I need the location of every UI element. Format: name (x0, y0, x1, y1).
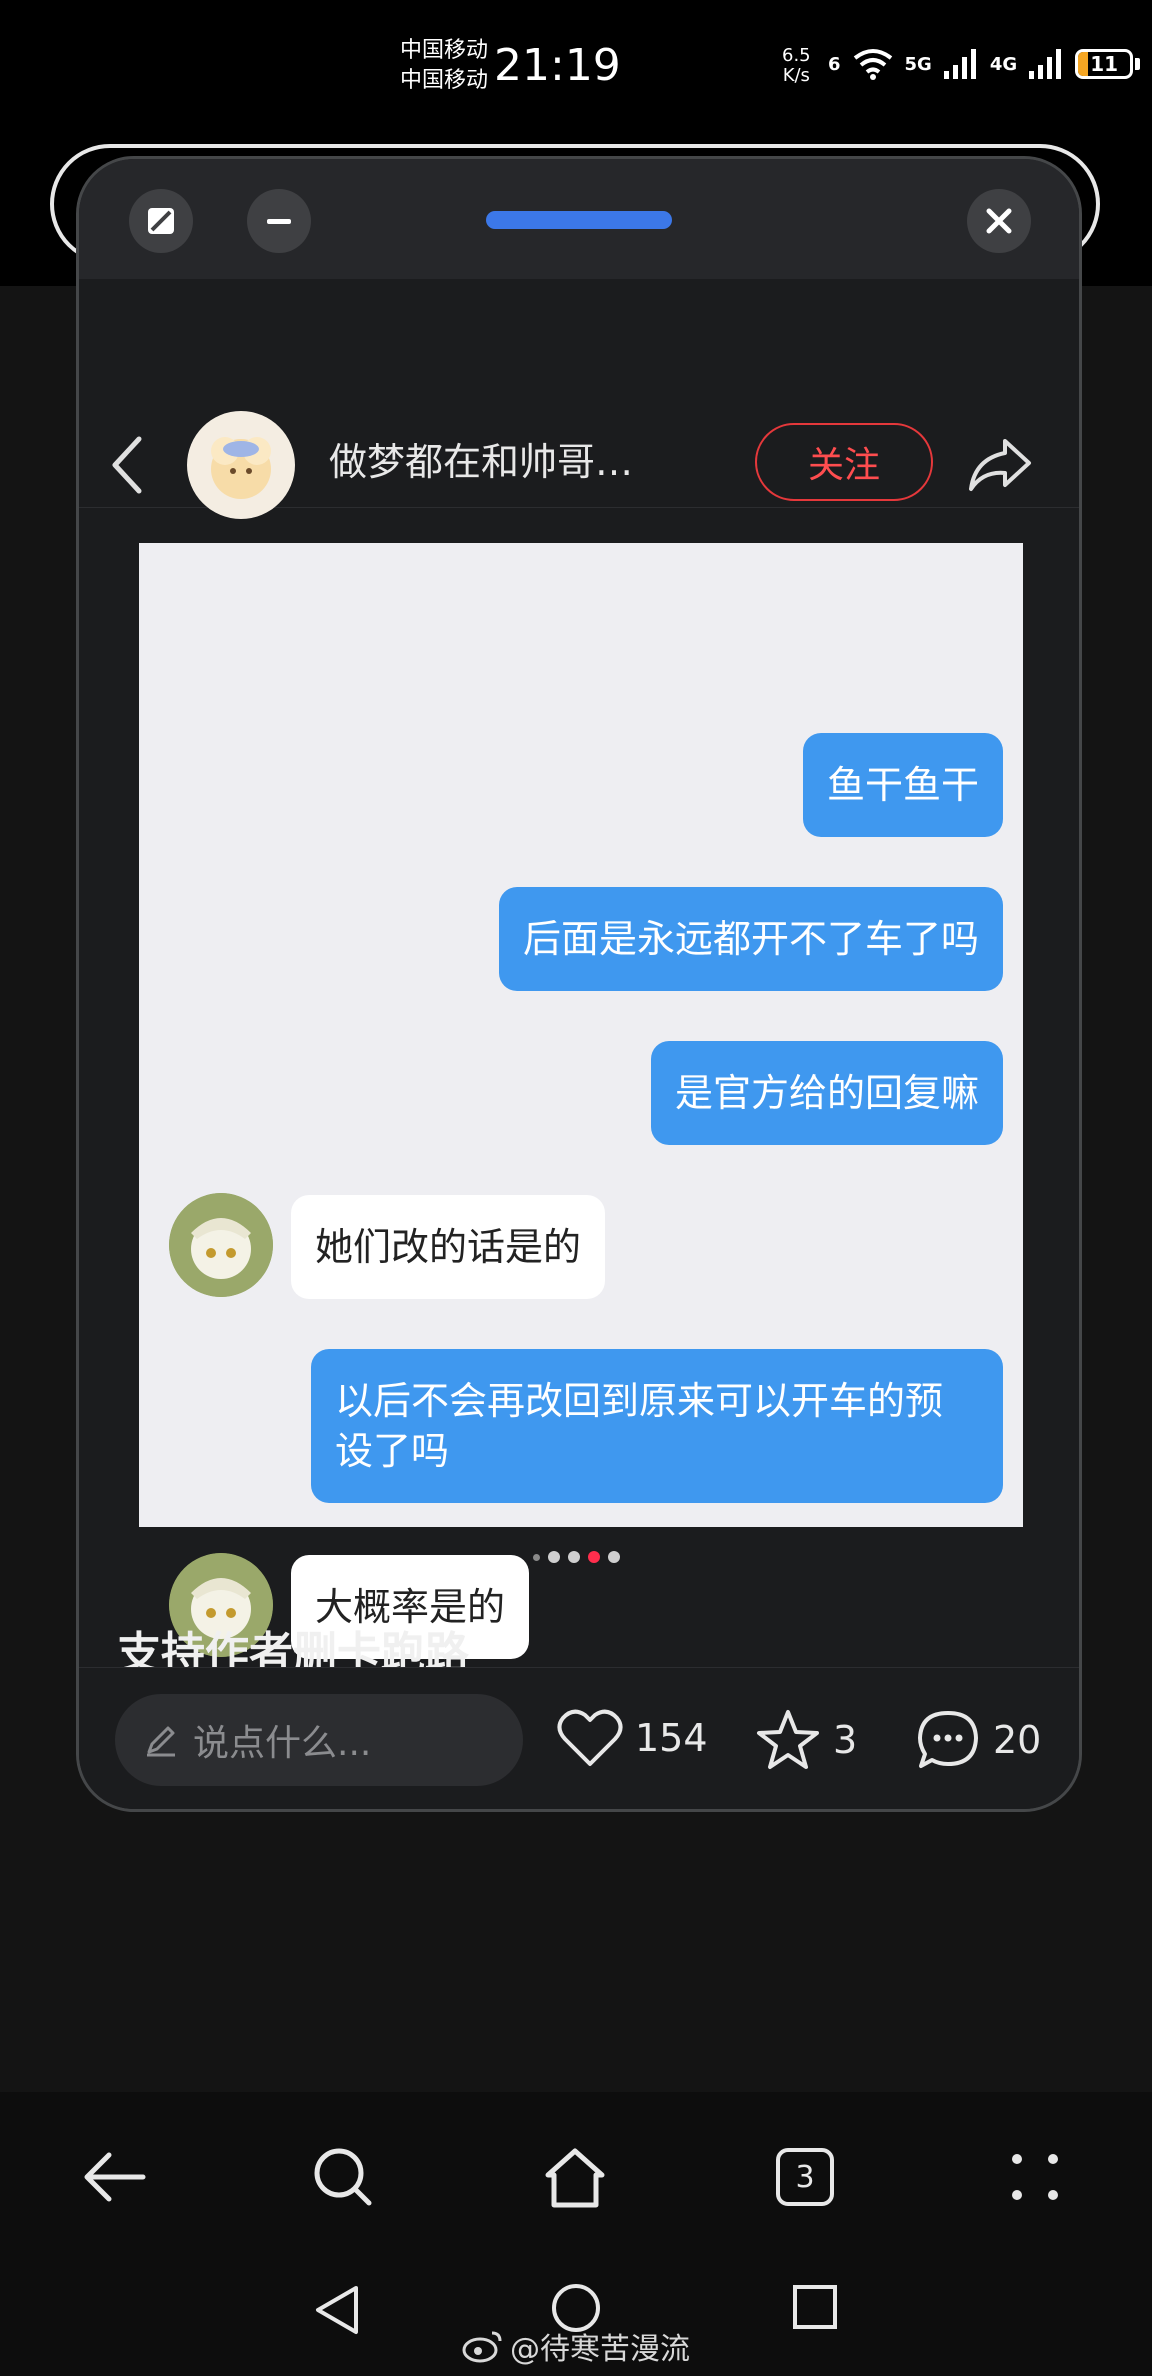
carousel-image[interactable]: 鱼干鱼干 后面是永远都开不了车了吗 是官方给的回复嘛 她们改的话是的 以后不会再… (139, 543, 1023, 1659)
expand-icon (148, 208, 174, 234)
carousel-indicator (533, 1551, 620, 1563)
comment-input[interactable]: 说点什么... (115, 1694, 523, 1786)
back-icon[interactable] (107, 433, 147, 497)
browser-menu-button[interactable] (1000, 2142, 1070, 2212)
status-icons: 6 5G 4G 11 (828, 48, 1141, 80)
chat-bubble-sent: 是官方给的回复嘛 (650, 1041, 1003, 1145)
chat-bubble-sent: 鱼干鱼干 (802, 733, 1003, 837)
home-icon (545, 2148, 605, 2208)
comment-icon (918, 1711, 978, 1768)
net-speed-value: 6.5 (782, 45, 811, 66)
search-icon (314, 2148, 372, 2206)
carrier-1: 中国移动 (400, 38, 489, 63)
browser-home-button[interactable] (540, 2142, 610, 2212)
minimize-window-button[interactable] (247, 189, 311, 253)
close-icon (986, 208, 1012, 234)
browser-toolbar: 3 (0, 2092, 1152, 2260)
battery-level: 11 (1090, 52, 1119, 76)
tab-count: 3 (795, 2159, 815, 2195)
system-back-icon[interactable] (310, 2282, 364, 2338)
system-recents-icon[interactable] (790, 2282, 840, 2332)
clock: 21:19 (494, 40, 621, 91)
battery-tip (1135, 58, 1141, 70)
like-button[interactable]: 154 (557, 1708, 708, 1768)
browser-tabs-button[interactable]: 3 (770, 2142, 840, 2212)
close-window-button[interactable] (967, 189, 1031, 253)
author-avatar[interactable] (187, 411, 295, 519)
expand-window-button[interactable] (129, 189, 193, 253)
favorite-count: 3 (833, 1718, 858, 1762)
watermark: @待寒苦漫流 (462, 2324, 690, 2368)
pencil-icon (147, 1726, 175, 1757)
carrier-2: 中国移动 (400, 68, 489, 93)
author-name[interactable]: 做梦都在和帅哥… (329, 431, 633, 486)
chat-bubble-sent: 以后不会再改回到原来可以开车的预设了吗 (311, 1349, 1003, 1503)
chat-avatar (169, 1193, 273, 1297)
floating-window[interactable]: 做梦都在和帅哥… 关注 鱼干鱼干 后面是永远都开不了车了吗 是官方给的回复嘛 她… (76, 156, 1082, 1812)
post-action-bar: 说点什么... 154 3 20 (79, 1667, 1079, 1809)
chat-bubble-received: 她们改的话是的 (291, 1195, 606, 1299)
sim1-type: 5G (904, 53, 932, 75)
comment-count: 20 (993, 1718, 1042, 1762)
like-count: 154 (635, 1716, 708, 1760)
carousel-dot (548, 1551, 560, 1563)
sim2-type: 4G (989, 53, 1018, 75)
signal-icon-sim1 (943, 49, 976, 79)
signal-icon-sim2 (1029, 49, 1062, 79)
more-icon (1012, 2154, 1058, 2200)
wifi-icon (853, 49, 892, 80)
avatar-image (211, 437, 271, 499)
watermark-text: @待寒苦漫流 (510, 2332, 690, 2367)
carrier-labels: 中国移动 中国移动 (400, 36, 488, 96)
carousel-dot-active (588, 1551, 600, 1563)
browser-search-button[interactable] (308, 2142, 378, 2212)
carousel-dot (533, 1553, 540, 1561)
chat-bubble-sent: 后面是永远都开不了车了吗 (498, 887, 1003, 991)
comment-placeholder: 说点什么... (193, 1723, 372, 1764)
carousel-dot (568, 1551, 580, 1563)
net-speed-unit: K/s (782, 65, 810, 86)
battery-icon: 11 (1075, 49, 1134, 79)
share-icon[interactable] (967, 435, 1033, 495)
heart-icon (557, 1709, 623, 1766)
favorite-button[interactable]: 3 (755, 1708, 857, 1772)
network-speed: 6.5 K/s (782, 46, 811, 86)
window-drag-handle[interactable] (486, 211, 672, 229)
wifi-label: 6 (828, 53, 841, 75)
chat-avatar-image (169, 1193, 273, 1297)
follow-button[interactable]: 关注 (755, 423, 933, 501)
arrow-left-icon (84, 2152, 146, 2202)
status-bar: 中国移动 中国移动 21:19 6.5 K/s 6 5G 4G 11 (0, 0, 1152, 140)
star-icon (757, 1710, 819, 1769)
minus-icon (267, 219, 291, 224)
tabs-icon: 3 (776, 2148, 834, 2206)
weibo-logo-icon (462, 2331, 502, 2363)
browser-back-button[interactable] (80, 2142, 150, 2212)
floating-window-toolbar (79, 159, 1079, 279)
comment-button[interactable]: 20 (915, 1708, 1041, 1772)
carousel-dot (608, 1551, 620, 1563)
